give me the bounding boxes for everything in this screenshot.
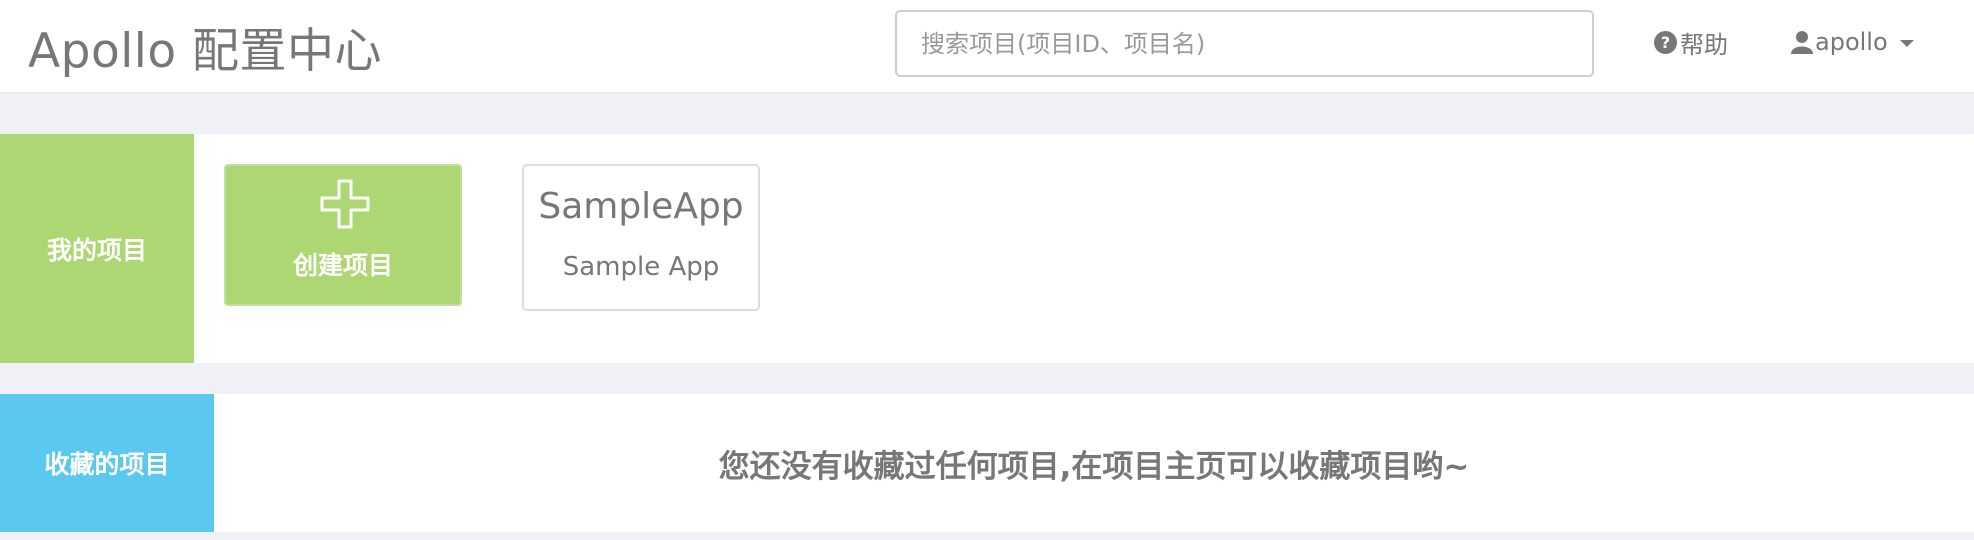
help-label: 帮助 (1680, 30, 1728, 59)
brand-logo[interactable]: Apollo 配置中心 (28, 12, 382, 81)
user-name: apollo (1815, 28, 1888, 56)
favorite-projects-section: 收藏的项目 您还没有收藏过任何项目,在项目主页可以收藏项目哟~ (0, 394, 1974, 532)
create-project-button[interactable]: 创建项目 (224, 164, 462, 306)
project-app-id: SampleApp (538, 186, 744, 227)
plus-icon (320, 179, 370, 229)
user-menu-dropdown[interactable]: apollo (1791, 24, 1914, 60)
help-link[interactable]: ? 帮助 (1654, 24, 1728, 60)
chevron-down-icon (1899, 40, 1914, 47)
favorites-empty-message: 您还没有收藏过任何项目,在项目主页可以收藏项目哟~ (718, 448, 1470, 485)
create-project-label: 创建项目 (292, 251, 393, 280)
favorites-label: 收藏的项目 (0, 394, 214, 532)
question-circle-icon: ? (1654, 30, 1677, 54)
top-navbar: Apollo 配置中心 ? 帮助 apollo (0, 0, 1974, 93)
my-projects-section: 我的项目 创建项目 SampleApp Sample App (0, 134, 1974, 363)
project-app-name: Sample App (562, 252, 720, 282)
project-card-sampleapp[interactable]: SampleApp Sample App (522, 164, 760, 311)
user-icon (1791, 31, 1813, 54)
my-projects-label: 我的项目 (0, 134, 194, 363)
search-input[interactable] (895, 10, 1594, 77)
